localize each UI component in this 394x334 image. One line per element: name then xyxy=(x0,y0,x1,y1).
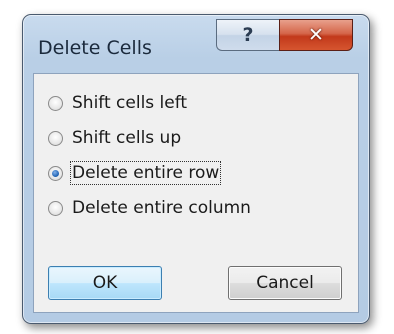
delete-cells-dialog: Delete Cells ? ✕ Shift cells left Shift … xyxy=(22,14,370,324)
option-delete-entire-column[interactable]: Delete entire column xyxy=(48,195,251,221)
close-button[interactable]: ✕ xyxy=(279,19,353,51)
title-bar-buttons: ? ✕ xyxy=(216,19,353,51)
option-label: Shift cells up xyxy=(72,128,182,148)
close-icon: ✕ xyxy=(308,24,324,46)
radio-shift-cells-left[interactable] xyxy=(48,95,63,111)
help-icon: ? xyxy=(242,24,254,46)
option-delete-entire-row[interactable]: Delete entire row xyxy=(48,160,222,186)
option-label: Delete entire row xyxy=(69,161,222,185)
cancel-button[interactable]: Cancel xyxy=(228,266,342,300)
help-button[interactable]: ? xyxy=(216,19,279,51)
dialog-content: Shift cells left Shift cells up Delete e… xyxy=(33,73,359,313)
option-shift-cells-left[interactable]: Shift cells left xyxy=(48,90,187,116)
radio-shift-cells-up[interactable] xyxy=(48,130,63,146)
radio-delete-entire-column[interactable] xyxy=(48,200,63,216)
option-shift-cells-up[interactable]: Shift cells up xyxy=(48,125,181,151)
option-label: Delete entire column xyxy=(72,198,251,218)
dialog-title: Delete Cells xyxy=(38,37,152,59)
radio-delete-entire-row[interactable] xyxy=(48,165,63,181)
ok-button[interactable]: OK xyxy=(48,266,162,300)
option-label: Shift cells left xyxy=(72,93,188,113)
